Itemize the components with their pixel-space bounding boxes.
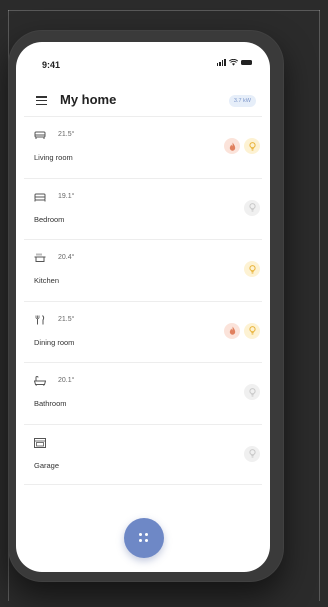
room-row-living-room[interactable]: 21.5° Living room <box>24 116 262 178</box>
page-title: My home <box>60 92 117 107</box>
room-name: Living room <box>34 153 73 162</box>
garage-icon <box>34 437 46 448</box>
phone-device: 9:41 My home 3.7 kW 21.5° Living room 19… <box>8 30 284 582</box>
room-name: Garage <box>34 460 60 470</box>
room-row-kitchen[interactable]: 20.4° Kitchen <box>24 239 262 301</box>
lightbulb-icon[interactable] <box>244 384 260 400</box>
lightbulb-icon[interactable] <box>244 261 260 277</box>
flame-icon[interactable] <box>224 322 240 339</box>
grid-dots-icon <box>139 533 149 543</box>
add-device-fab[interactable] <box>124 518 164 558</box>
room-temperature: 21.5° <box>58 131 75 138</box>
lightbulb-icon[interactable] <box>244 138 260 154</box>
room-name: Bathroom <box>34 399 67 408</box>
frame-line-top <box>8 10 320 11</box>
room-name: Kitchen <box>34 276 60 285</box>
room-temperature: 20.4° <box>58 254 75 261</box>
room-row-dining-room[interactable]: 21.5° Dining room <box>24 300 262 363</box>
room-name: Dining room <box>34 337 75 347</box>
status-icons <box>216 59 252 66</box>
room-temperature: 19.1° <box>58 192 75 200</box>
lightbulb-icon[interactable] <box>244 199 260 216</box>
signal-icon <box>216 59 226 66</box>
room-name: Bedroom <box>34 214 65 224</box>
room-temperature: 20.1° <box>58 377 75 384</box>
status-bar: 9:41 <box>16 42 270 78</box>
phone-screen: 9:41 My home 3.7 kW 21.5° Living room 19… <box>16 42 270 572</box>
pot-icon <box>34 253 46 262</box>
status-time: 9:41 <box>42 60 61 70</box>
flame-icon[interactable] <box>224 138 240 154</box>
lightbulb-icon[interactable] <box>244 322 260 339</box>
battery-icon <box>241 60 252 65</box>
bathtub-icon <box>34 376 46 386</box>
cutlery-icon <box>35 314 45 324</box>
room-row-bathroom[interactable]: 20.1° Bathroom <box>24 362 262 424</box>
sofa-icon <box>34 131 46 139</box>
menu-icon[interactable] <box>36 96 47 105</box>
power-usage-badge[interactable]: 3.7 kW <box>228 95 256 107</box>
room-row-garage[interactable]: Garage <box>24 423 262 485</box>
lightbulb-icon[interactable] <box>244 445 260 462</box>
bed-icon <box>34 193 46 201</box>
wifi-icon <box>229 59 238 66</box>
frame-line-right <box>319 10 320 601</box>
room-list: 21.5° Living room 19.1° Bedroom 20.4° Ki… <box>24 116 262 485</box>
room-row-bedroom[interactable]: 19.1° Bedroom <box>24 177 262 240</box>
app-header: My home 3.7 kW <box>16 86 270 116</box>
room-temperature: 21.5° <box>58 315 75 323</box>
